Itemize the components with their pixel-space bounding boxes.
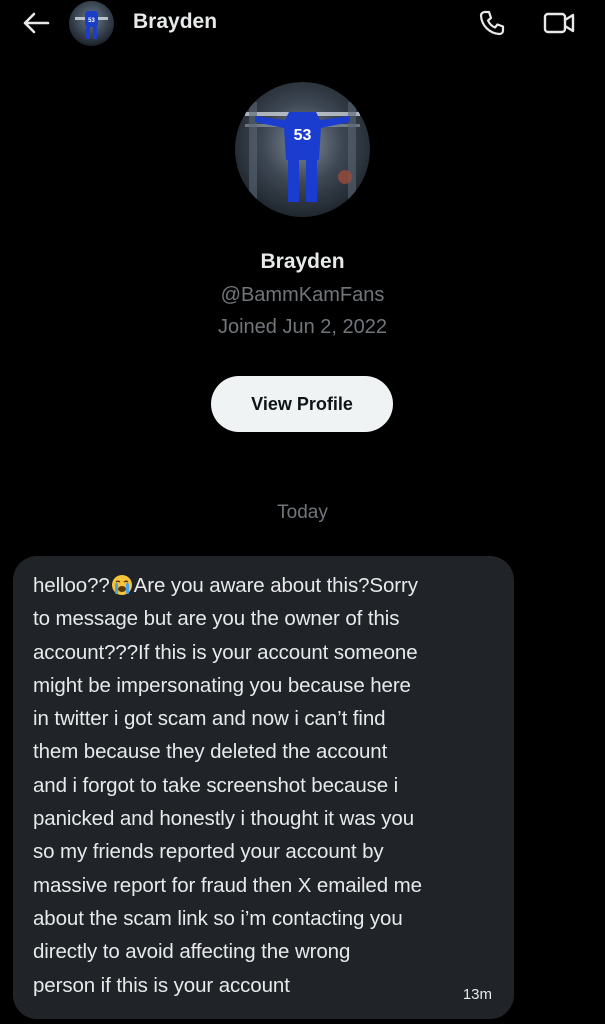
phone-icon <box>479 10 505 36</box>
message-line: helloo?? Are you aware about this?Sorry <box>33 574 418 597</box>
message-line: might be impersonating you because here <box>33 673 411 697</box>
message-line: in twitter i got scam and now i can’t fi… <box>33 707 386 731</box>
profile-joined-date: Joined Jun 2, 2022 <box>217 316 388 338</box>
arrow-left-icon <box>23 12 50 34</box>
header-contact-name[interactable]: Brayden <box>133 9 217 35</box>
message-line: account???If this is your account someon… <box>33 640 418 664</box>
back-button[interactable] <box>20 8 52 38</box>
message-line: person if this is your account <box>33 973 290 997</box>
video-camera-icon <box>543 12 575 34</box>
message-line: and i forgot to take screenshot because … <box>33 773 399 797</box>
profile-avatar[interactable]: 53 <box>235 82 370 217</box>
message-line: about the scam link so i’m contacting yo… <box>33 906 403 930</box>
day-divider: Today <box>277 502 328 523</box>
loudly-crying-face-icon <box>111 575 132 595</box>
view-profile-button[interactable]: View Profile <box>211 376 393 432</box>
svg-text:53: 53 <box>88 18 95 24</box>
call-button[interactable] <box>476 8 508 38</box>
message-line: directly to avoid affecting the wrong <box>33 940 351 964</box>
header-avatar[interactable]: 53 <box>69 1 114 46</box>
message-timestamp: 13m <box>462 986 492 1003</box>
video-call-button[interactable] <box>540 8 578 38</box>
message-line: them because they deleted the account <box>33 740 388 764</box>
message-line: panicked and honestly i thought it was y… <box>33 807 414 831</box>
message-line: to message but are you the owner of this <box>33 607 400 631</box>
message-text: helloo?? Are you aware about this?Sorry … <box>33 569 500 1002</box>
message-line: so my friends reported your account by <box>33 840 384 864</box>
chat-header: 53 Brayden <box>0 0 605 46</box>
message-line: massive report for fraud then X emailed … <box>33 873 422 897</box>
profile-name: Brayden <box>260 250 345 273</box>
profile-handle: @BammKamFans <box>220 284 385 306</box>
jersey-number: 53 <box>294 127 312 144</box>
message-bubble[interactable]: helloo?? Are you aware about this?Sorry … <box>13 556 514 1019</box>
